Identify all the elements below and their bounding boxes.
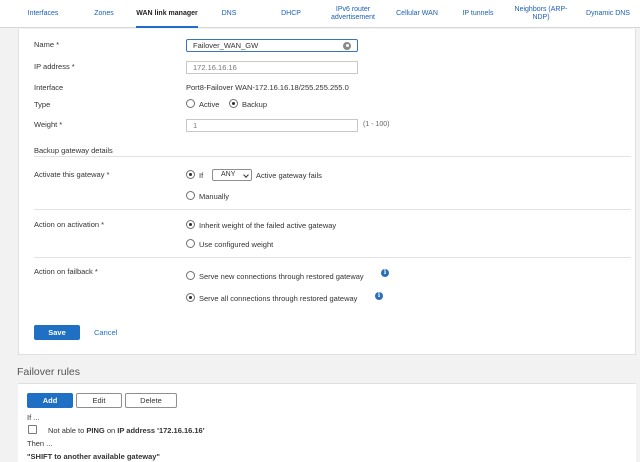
failover-rules-title: Failover rules	[17, 366, 81, 378]
serve-new-label: Serve new connections through restored g…	[199, 272, 364, 281]
rule-condition-protocol: PING	[86, 426, 105, 435]
weight-range-hint: (1 - 100)	[363, 121, 390, 128]
tab-interfaces[interactable]: Interfaces	[22, 0, 64, 28]
activate-condition-select[interactable]: ANY	[212, 169, 252, 181]
rule-condition-ip: '172.16.16.16'	[157, 426, 205, 435]
activate-if-label: If	[199, 171, 204, 180]
activate-if-radio[interactable]	[186, 170, 195, 179]
delete-rule-button[interactable]: Delete	[125, 393, 177, 408]
tab-cellular-wan[interactable]: Cellular WAN	[392, 0, 442, 28]
rule-then-action: "SHIFT to another available gateway"	[27, 452, 160, 461]
tab-dhcp[interactable]: DHCP	[272, 0, 310, 28]
activate-condition-value: ANY	[221, 171, 236, 178]
rule-then-label: Then ...	[27, 439, 53, 448]
failover-rules-panel: Add Edit Delete If ... Not able to PING …	[18, 383, 636, 462]
tab-bar: Interfaces Zones WAN link manager DNS DH…	[0, 0, 640, 28]
serve-all-label: Serve all connections through restored g…	[199, 294, 358, 303]
edit-rule-button[interactable]: Edit	[76, 393, 122, 408]
info-icon[interactable]: i	[381, 269, 389, 277]
tab-dynamic-dns[interactable]: Dynamic DNS	[580, 0, 636, 28]
activation-divider	[34, 257, 631, 258]
activate-manually-radio[interactable]	[186, 191, 195, 200]
activate-manually-label: Manually	[199, 192, 230, 201]
info-icon[interactable]: i	[375, 292, 383, 300]
type-active-radio[interactable]	[186, 99, 195, 108]
tab-ip-tunnels[interactable]: IP tunnels	[456, 0, 500, 28]
tab-neighbors[interactable]: Neighbors (ARP-NDP)	[510, 0, 572, 28]
type-label: Type	[34, 100, 51, 109]
inherit-weight-radio[interactable]	[186, 220, 195, 229]
section-title: Backup gateway details	[34, 146, 113, 155]
rule-if-label: If ...	[27, 413, 40, 422]
action-failback-label: Action on failback *	[34, 267, 98, 276]
weight-label: Weight *	[34, 120, 63, 129]
ip-address-input[interactable]: 172.16.16.16	[186, 61, 358, 74]
section-divider	[34, 156, 631, 157]
add-rule-button[interactable]: Add	[27, 393, 73, 408]
rule-condition-ip-label: IP address	[117, 426, 156, 435]
name-input[interactable]: Failover_WAN_GW	[186, 39, 358, 52]
type-backup-radio[interactable]	[229, 99, 238, 108]
contact-icon	[343, 42, 351, 50]
activate-gateway-label: Activate this gateway *	[34, 170, 110, 179]
interface-value: Port8-Failover WAN-172.16.16.18/255.255.…	[186, 83, 349, 92]
weight-input-value: 1	[193, 121, 198, 130]
activate-divider	[34, 209, 631, 210]
tab-zones[interactable]: Zones	[88, 0, 120, 28]
type-active-label: Active	[199, 100, 220, 109]
rule-condition-prefix: Not able to	[48, 426, 85, 435]
inherit-weight-label: Inherit weight of the failed active gate…	[199, 221, 337, 230]
rule-condition: Not able to PING on IP address '172.16.1…	[48, 426, 205, 435]
gateway-form: Name * Failover_WAN_GW IP address * 172.…	[18, 29, 636, 355]
rule-select-checkbox[interactable]	[28, 425, 37, 434]
chevron-down-icon	[243, 172, 249, 178]
save-button[interactable]: Save	[34, 325, 80, 340]
ip-address-label: IP address *	[34, 62, 75, 71]
tab-dns[interactable]: DNS	[214, 0, 244, 28]
weight-input[interactable]: 1	[186, 119, 358, 132]
tab-ipv6-router-advertisement[interactable]: IPv6 router advertisement	[322, 0, 384, 28]
ip-address-input-value: 172.16.16.16	[193, 63, 237, 72]
use-configured-weight-radio[interactable]	[186, 239, 195, 248]
interface-label: Interface	[34, 83, 64, 92]
rule-condition-on: on	[106, 426, 116, 435]
tab-wan-link-manager[interactable]: WAN link manager	[132, 0, 202, 28]
activate-suffix-label: Active gateway fails	[256, 171, 322, 180]
name-label: Name *	[34, 40, 60, 49]
use-configured-weight-label: Use configured weight	[199, 240, 274, 249]
serve-new-radio[interactable]	[186, 271, 195, 280]
cancel-link[interactable]: Cancel	[94, 328, 117, 337]
name-input-value: Failover_WAN_GW	[193, 41, 259, 50]
type-backup-label: Backup	[242, 100, 268, 109]
action-activation-label: Action on activation *	[34, 220, 105, 229]
serve-all-radio[interactable]	[186, 293, 195, 302]
